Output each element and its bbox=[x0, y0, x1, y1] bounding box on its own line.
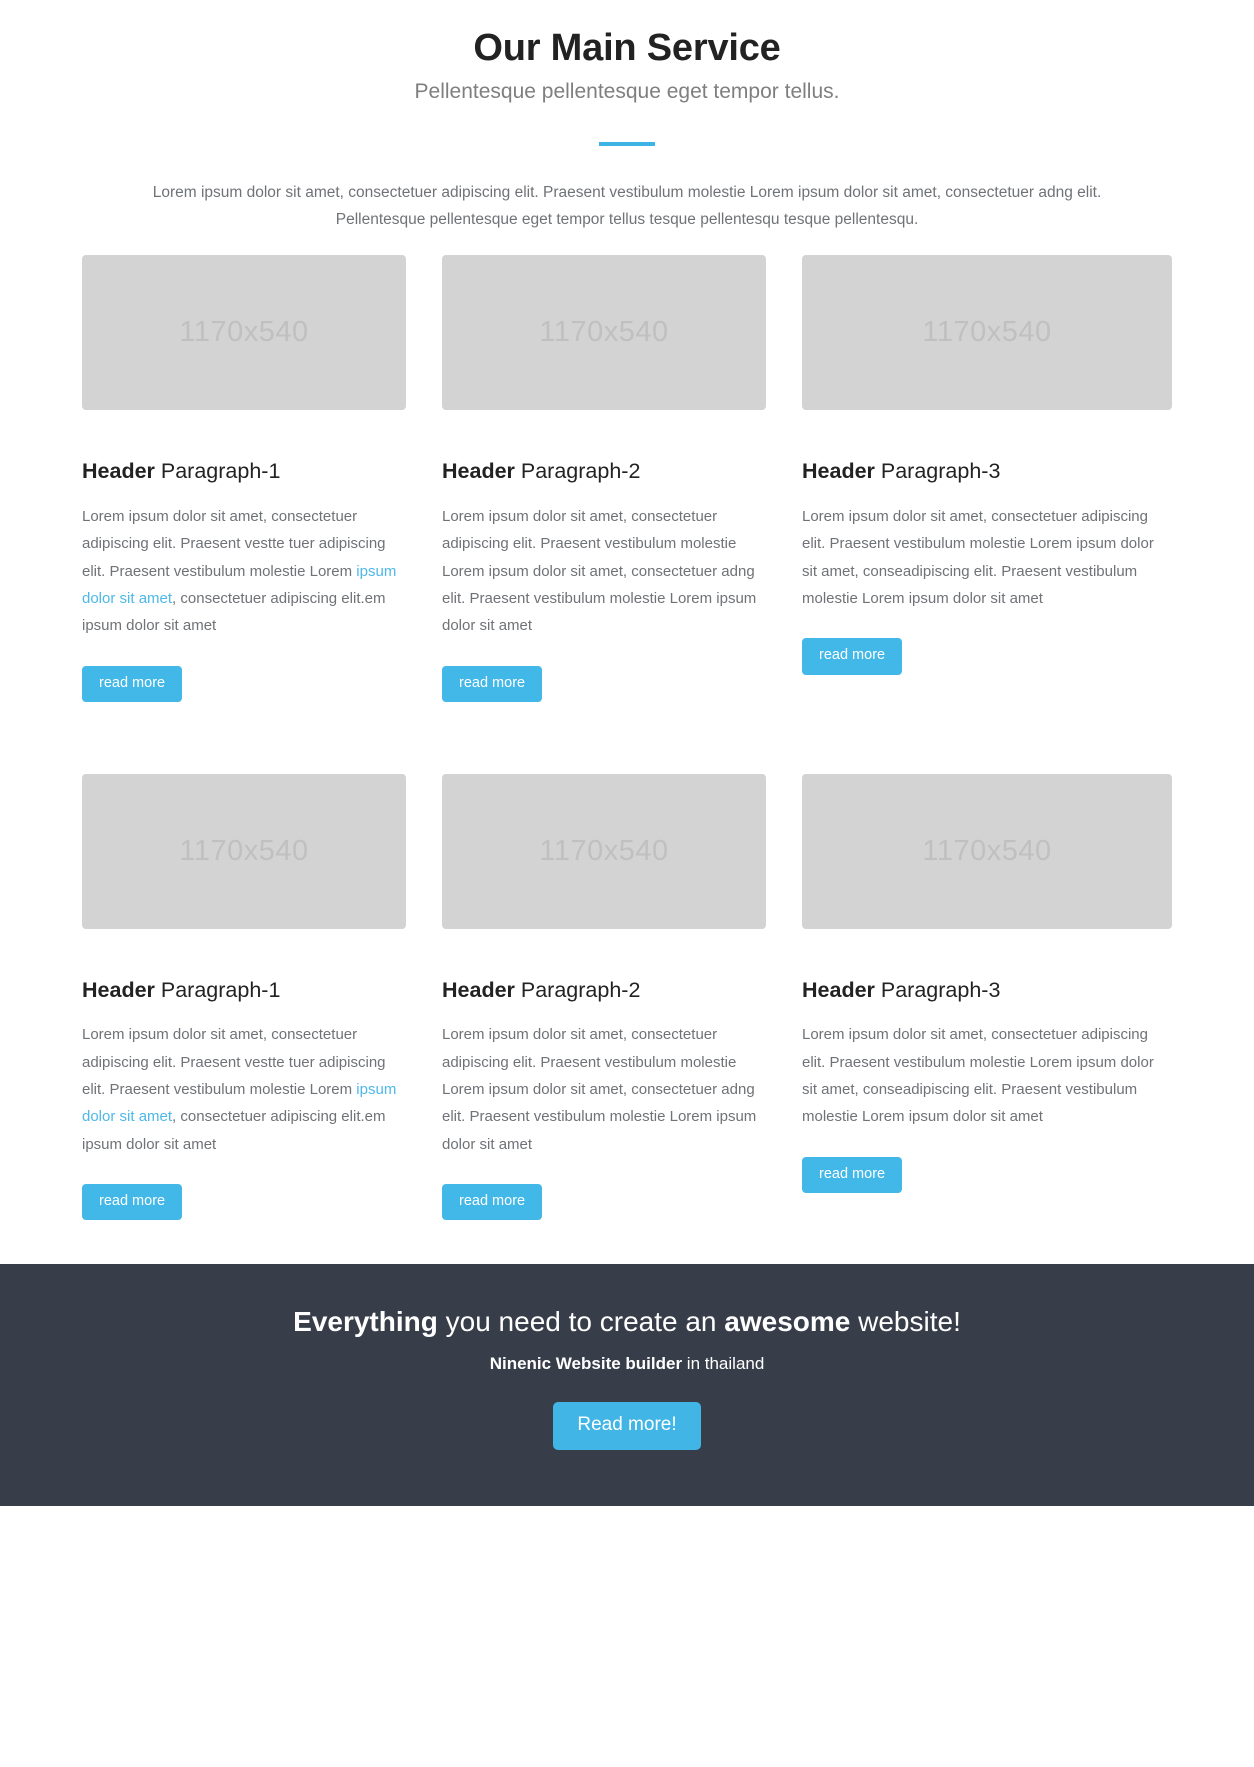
image-placeholder: 1170x540 bbox=[442, 773, 766, 929]
cta-title-emphasis-1: Everything bbox=[293, 1305, 438, 1337]
cta-read-more-button[interactable]: Read more! bbox=[553, 1402, 701, 1450]
intro-paragraph: Lorem ipsum dolor sit amet, consectetuer… bbox=[107, 179, 1147, 233]
card-body: Lorem ipsum dolor sit amet, consectetuer… bbox=[82, 503, 406, 639]
service-card: 1170x540 Header Paragraph-3 Lorem ipsum … bbox=[802, 773, 1172, 1254]
card-title: Header Paragraph-2 bbox=[442, 977, 766, 1004]
card-action: read more bbox=[82, 665, 406, 744]
card-body: Lorem ipsum dolor sit amet, consectetuer… bbox=[82, 1021, 406, 1157]
image-placeholder: 1170x540 bbox=[82, 773, 406, 929]
card-action: read more bbox=[442, 665, 766, 744]
card-title: Header Paragraph-3 bbox=[802, 977, 1172, 1004]
card-title-rest: Paragraph-2 bbox=[514, 977, 641, 1002]
card-body-pre: Lorem ipsum dolor sit amet, consectetuer… bbox=[442, 1026, 757, 1153]
cta-title: Everything you need to create an awesome… bbox=[20, 1304, 1234, 1340]
cta-subtitle-bold: Ninenic Website builder bbox=[489, 1354, 683, 1374]
card-body: Lorem ipsum dolor sit amet, consectetuer… bbox=[442, 503, 766, 639]
card-title-bold: Header bbox=[802, 459, 875, 484]
card-title-bold: Header bbox=[802, 977, 875, 1002]
service-page: Our Main Service Pellentesque pellentesq… bbox=[0, 0, 1254, 1506]
card-body: Lorem ipsum dolor sit amet, consectetuer… bbox=[802, 503, 1172, 612]
service-card: 1170x540 Header Paragraph-1 Lorem ipsum … bbox=[82, 255, 442, 743]
card-title-rest: Paragraph-3 bbox=[874, 977, 1001, 1002]
section-header: Our Main Service Pellentesque pellentesq… bbox=[0, 0, 1254, 105]
read-more-button[interactable]: read more bbox=[82, 1183, 183, 1221]
read-more-button[interactable]: read more bbox=[82, 665, 183, 702]
divider bbox=[0, 133, 1254, 151]
card-title: Header Paragraph-1 bbox=[82, 977, 406, 1004]
card-action: read more bbox=[802, 638, 1172, 716]
card-body-pre: Lorem ipsum dolor sit amet, consectetuer… bbox=[802, 1026, 1154, 1126]
card-title-rest: Paragraph-1 bbox=[154, 459, 281, 484]
intro-line-2: Pellentesque pellentesque eget tempor te… bbox=[335, 211, 919, 229]
image-placeholder: 1170x540 bbox=[802, 773, 1172, 929]
card-title-bold: Header bbox=[442, 977, 515, 1002]
service-card: 1170x540 Header Paragraph-2 Lorem ipsum … bbox=[442, 773, 802, 1254]
card-title-bold: Header bbox=[442, 459, 515, 484]
read-more-button[interactable]: read more bbox=[802, 1156, 903, 1193]
image-placeholder: 1170x540 bbox=[802, 255, 1172, 411]
card-title: Header Paragraph-3 bbox=[802, 458, 1172, 485]
service-card: 1170x540 Header Paragraph-2 Lorem ipsum … bbox=[442, 255, 802, 743]
page-subtitle: Pellentesque pellentesque eget tempor te… bbox=[414, 79, 840, 103]
card-body: Lorem ipsum dolor sit amet, consectetuer… bbox=[442, 1021, 766, 1157]
service-card: 1170x540 Header Paragraph-3 Lorem ipsum … bbox=[802, 255, 1172, 743]
card-body-pre: Lorem ipsum dolor sit amet, consectetuer… bbox=[802, 508, 1154, 607]
card-action: read more bbox=[802, 1156, 1172, 1227]
cta-subtitle: Ninenic Website builder in thailand bbox=[20, 1352, 1234, 1376]
card-body-pre: Lorem ipsum dolor sit amet, consectetuer… bbox=[82, 1026, 386, 1098]
card-title: Header Paragraph-2 bbox=[442, 458, 766, 485]
card-action: read more bbox=[82, 1183, 406, 1254]
card-body-pre: Lorem ipsum dolor sit amet, consectetuer… bbox=[82, 508, 386, 580]
card-title-rest: Paragraph-3 bbox=[874, 459, 1001, 484]
image-placeholder: 1170x540 bbox=[82, 255, 406, 411]
card-title-bold: Header bbox=[82, 977, 155, 1002]
cta-banner: Everything you need to create an awesome… bbox=[0, 1263, 1254, 1506]
cta-title-mid: you need to create an bbox=[437, 1305, 725, 1337]
intro-line-1: Lorem ipsum dolor sit amet, consectetuer… bbox=[152, 183, 1102, 201]
image-placeholder: 1170x540 bbox=[442, 255, 766, 411]
page-title: Our Main Service bbox=[473, 27, 781, 69]
cta-title-emphasis-2: awesome bbox=[724, 1305, 851, 1337]
card-title-rest: Paragraph-2 bbox=[514, 459, 641, 484]
card-body-pre: Lorem ipsum dolor sit amet, consectetuer… bbox=[442, 508, 757, 635]
service-grid-row-2: 1170x540 Header Paragraph-1 Lorem ipsum … bbox=[82, 752, 1172, 1254]
card-title-rest: Paragraph-1 bbox=[154, 977, 281, 1002]
divider-bar bbox=[599, 141, 655, 146]
card-action: read more bbox=[442, 1183, 766, 1254]
card-title-bold: Header bbox=[82, 459, 155, 484]
read-more-button[interactable]: read more bbox=[442, 1183, 543, 1221]
service-card: 1170x540 Header Paragraph-1 Lorem ipsum … bbox=[82, 773, 442, 1254]
read-more-button[interactable]: read more bbox=[442, 665, 543, 702]
cta-subtitle-rest: in thailand bbox=[682, 1354, 765, 1374]
card-title: Header Paragraph-1 bbox=[82, 458, 406, 485]
card-body: Lorem ipsum dolor sit amet, consectetuer… bbox=[802, 1021, 1172, 1130]
read-more-button[interactable]: read more bbox=[802, 638, 903, 675]
cta-title-end: website! bbox=[850, 1305, 961, 1337]
service-grid-row-1: 1170x540 Header Paragraph-1 Lorem ipsum … bbox=[82, 233, 1172, 751]
